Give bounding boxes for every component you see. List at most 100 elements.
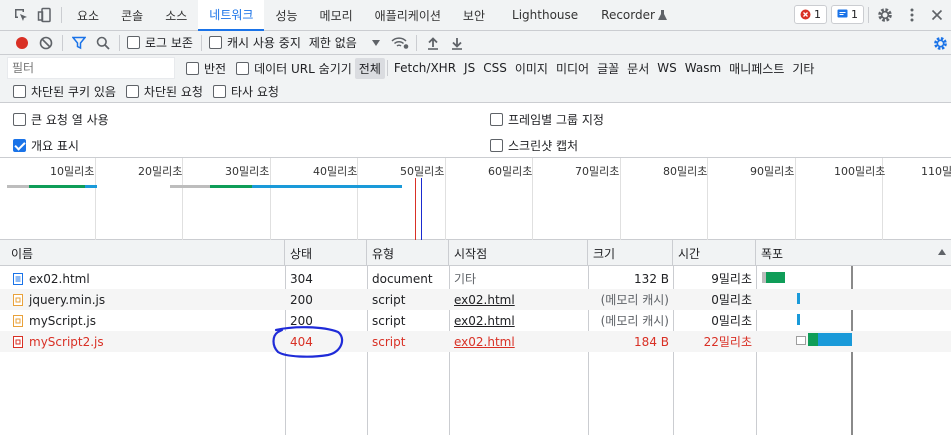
invert-check[interactable] (186, 61, 199, 75)
waterfall-bar-download (797, 314, 800, 325)
error-count-badge[interactable]: 1 (794, 5, 827, 24)
preserve-log-check[interactable] (127, 36, 140, 49)
close-icon[interactable] (925, 3, 949, 27)
initiator-link[interactable]: ex02.html (454, 314, 515, 328)
table-row[interactable]: myScript2.js 404 script ex02.html 184 B … (0, 331, 951, 352)
waterfall-cell (756, 289, 951, 310)
column-header-initiator[interactable]: 시작점 (449, 240, 588, 266)
error-icon (800, 9, 811, 20)
tab-console[interactable]: 콘솔 (110, 0, 154, 31)
table-row[interactable]: jquery.min.js 200 script ex02.html (메모리 … (0, 289, 951, 310)
resource-type-filters: 전체 Fetch/XHR JS CSS 이미지 미디어 글꼴 문서 WS Was… (354, 57, 819, 79)
import-har-icon[interactable] (421, 31, 445, 55)
search-icon[interactable] (91, 31, 115, 55)
network-settings-gear-icon[interactable] (928, 31, 951, 55)
initiator-link[interactable]: ex02.html (454, 293, 515, 307)
filter-type-ws[interactable]: WS (653, 59, 680, 77)
blocked-cookies-check[interactable] (13, 85, 26, 98)
request-name: jquery.min.js (29, 292, 106, 307)
show-overview-check[interactable] (13, 139, 26, 152)
overview-bar-waiting (170, 185, 210, 188)
hide-data-urls-label: 데이터 URL 숨기기 (254, 61, 352, 76)
big-request-rows-check[interactable] (13, 113, 26, 126)
export-har-icon[interactable] (445, 31, 469, 55)
filter-bar-secondary: 차단된 쿠키 있음 차단된 요청 타사 요청 (0, 81, 951, 103)
group-by-frame-checkbox[interactable]: 프레임별 그룹 지정 (490, 111, 604, 128)
record-icon[interactable] (10, 31, 34, 55)
hide-data-urls-check[interactable] (236, 61, 250, 75)
tab-application[interactable]: 애플리케이션 (364, 0, 452, 31)
third-party-checkbox[interactable]: 타사 요청 (212, 83, 279, 100)
filter-type-doc[interactable]: 문서 (623, 58, 653, 79)
column-header-name[interactable]: 이름 (5, 240, 285, 266)
column-header-status[interactable]: 상태 (285, 240, 367, 266)
filter-type-font[interactable]: 글꼴 (593, 58, 623, 79)
column-header-type[interactable]: 유형 (367, 240, 449, 266)
tab-network[interactable]: 네트워크 (198, 0, 265, 31)
filter-type-manifest[interactable]: 매니페스트 (725, 58, 788, 79)
status-cell: 200 (290, 292, 313, 307)
tick-label: 60밀리초 (488, 165, 533, 178)
tab-lighthouse[interactable]: Lighthouse (496, 0, 589, 31)
settings-gear-icon[interactable] (873, 3, 897, 27)
capture-screenshots-check[interactable] (490, 139, 503, 152)
disable-cache-check[interactable] (208, 36, 222, 49)
preserve-log-checkbox[interactable]: 로그 보존 (127, 34, 193, 51)
tab-memory[interactable]: 메모리 (309, 0, 364, 31)
column-header-waterfall[interactable]: 폭포 (756, 240, 951, 266)
network-conditions-icon[interactable] (388, 31, 412, 55)
filter-type-fetch-xhr[interactable]: Fetch/XHR (390, 59, 460, 77)
column-header-type-label: 유형 (372, 246, 395, 261)
big-request-rows-checkbox[interactable]: 큰 요청 열 사용 (13, 111, 109, 128)
blocked-cookies-checkbox[interactable]: 차단된 쿠키 있음 (13, 83, 116, 100)
throttling-select[interactable]: 제한 없음 (309, 34, 380, 51)
filter-input[interactable] (7, 57, 175, 79)
time-cell: 0밀리초 (711, 293, 752, 307)
tab-security[interactable]: 보안 (452, 0, 496, 31)
filter-type-img[interactable]: 이미지 (511, 58, 552, 79)
message-count-badge[interactable]: 1 (831, 5, 864, 24)
inspect-element-icon[interactable] (9, 3, 33, 27)
column-header-time[interactable]: 시간 (673, 240, 756, 266)
filter-type-all[interactable]: 전체 (354, 57, 385, 79)
message-icon (837, 9, 848, 20)
overview-timeline[interactable]: 10밀리초 20밀리초 30밀리초 40밀리초 50밀리초 60밀리초 70밀리… (0, 158, 951, 240)
disable-cache-checkbox[interactable]: 캐시 사용 중지 (208, 34, 301, 51)
device-toolbar-icon[interactable] (33, 3, 57, 27)
group-by-frame-label: 프레임별 그룹 지정 (508, 113, 604, 127)
clear-icon[interactable] (34, 31, 58, 55)
filter-type-js[interactable]: JS (460, 59, 479, 77)
filter-icon[interactable] (67, 31, 91, 55)
table-row[interactable]: myScript.js 200 script ex02.html (메모리 캐시… (0, 310, 951, 331)
waterfall-bar-ttfb (770, 272, 785, 283)
show-overview-checkbox[interactable]: 개요 표시 (13, 137, 79, 154)
show-overview-label: 개요 표시 (31, 139, 79, 153)
more-options-icon[interactable] (900, 3, 924, 27)
size-cell: (메모리 캐시) (600, 293, 669, 307)
divider (386, 60, 388, 76)
initiator-link[interactable]: ex02.html (454, 335, 515, 349)
type-cell: script (372, 334, 406, 349)
tab-performance[interactable]: 성능 (264, 0, 308, 31)
group-by-frame-check[interactable] (490, 113, 503, 126)
filter-type-css[interactable]: CSS (479, 59, 511, 77)
invert-checkbox[interactable]: 반전 (186, 60, 226, 77)
waterfall-bar-download (797, 293, 800, 304)
throttling-value: 제한 없음 (308, 36, 357, 50)
hide-data-urls-checkbox[interactable]: 데이터 URL 숨기기 (236, 60, 352, 77)
blocked-requests-check[interactable] (125, 85, 139, 98)
waterfall-cell (756, 268, 951, 289)
filter-type-wasm[interactable]: Wasm (681, 59, 725, 77)
third-party-check[interactable] (212, 85, 226, 98)
capture-screenshots-checkbox[interactable]: 스크린샷 캡처 (490, 137, 578, 154)
tab-elements[interactable]: 요소 (66, 0, 110, 31)
filter-type-other[interactable]: 기타 (788, 58, 818, 79)
filter-type-media[interactable]: 미디어 (552, 58, 593, 79)
table-row[interactable]: ex02.html 304 document 기타 132 B 9밀리초 (0, 268, 951, 289)
column-header-size[interactable]: 크기 (588, 240, 673, 266)
initiator-cell: ex02.html (449, 310, 588, 331)
tab-sources[interactable]: 소스 (154, 0, 198, 31)
blocked-requests-checkbox[interactable]: 차단된 요청 (125, 83, 203, 100)
waterfall-bar-queueing (796, 336, 806, 345)
tab-recorder[interactable]: Recorder (589, 0, 678, 31)
